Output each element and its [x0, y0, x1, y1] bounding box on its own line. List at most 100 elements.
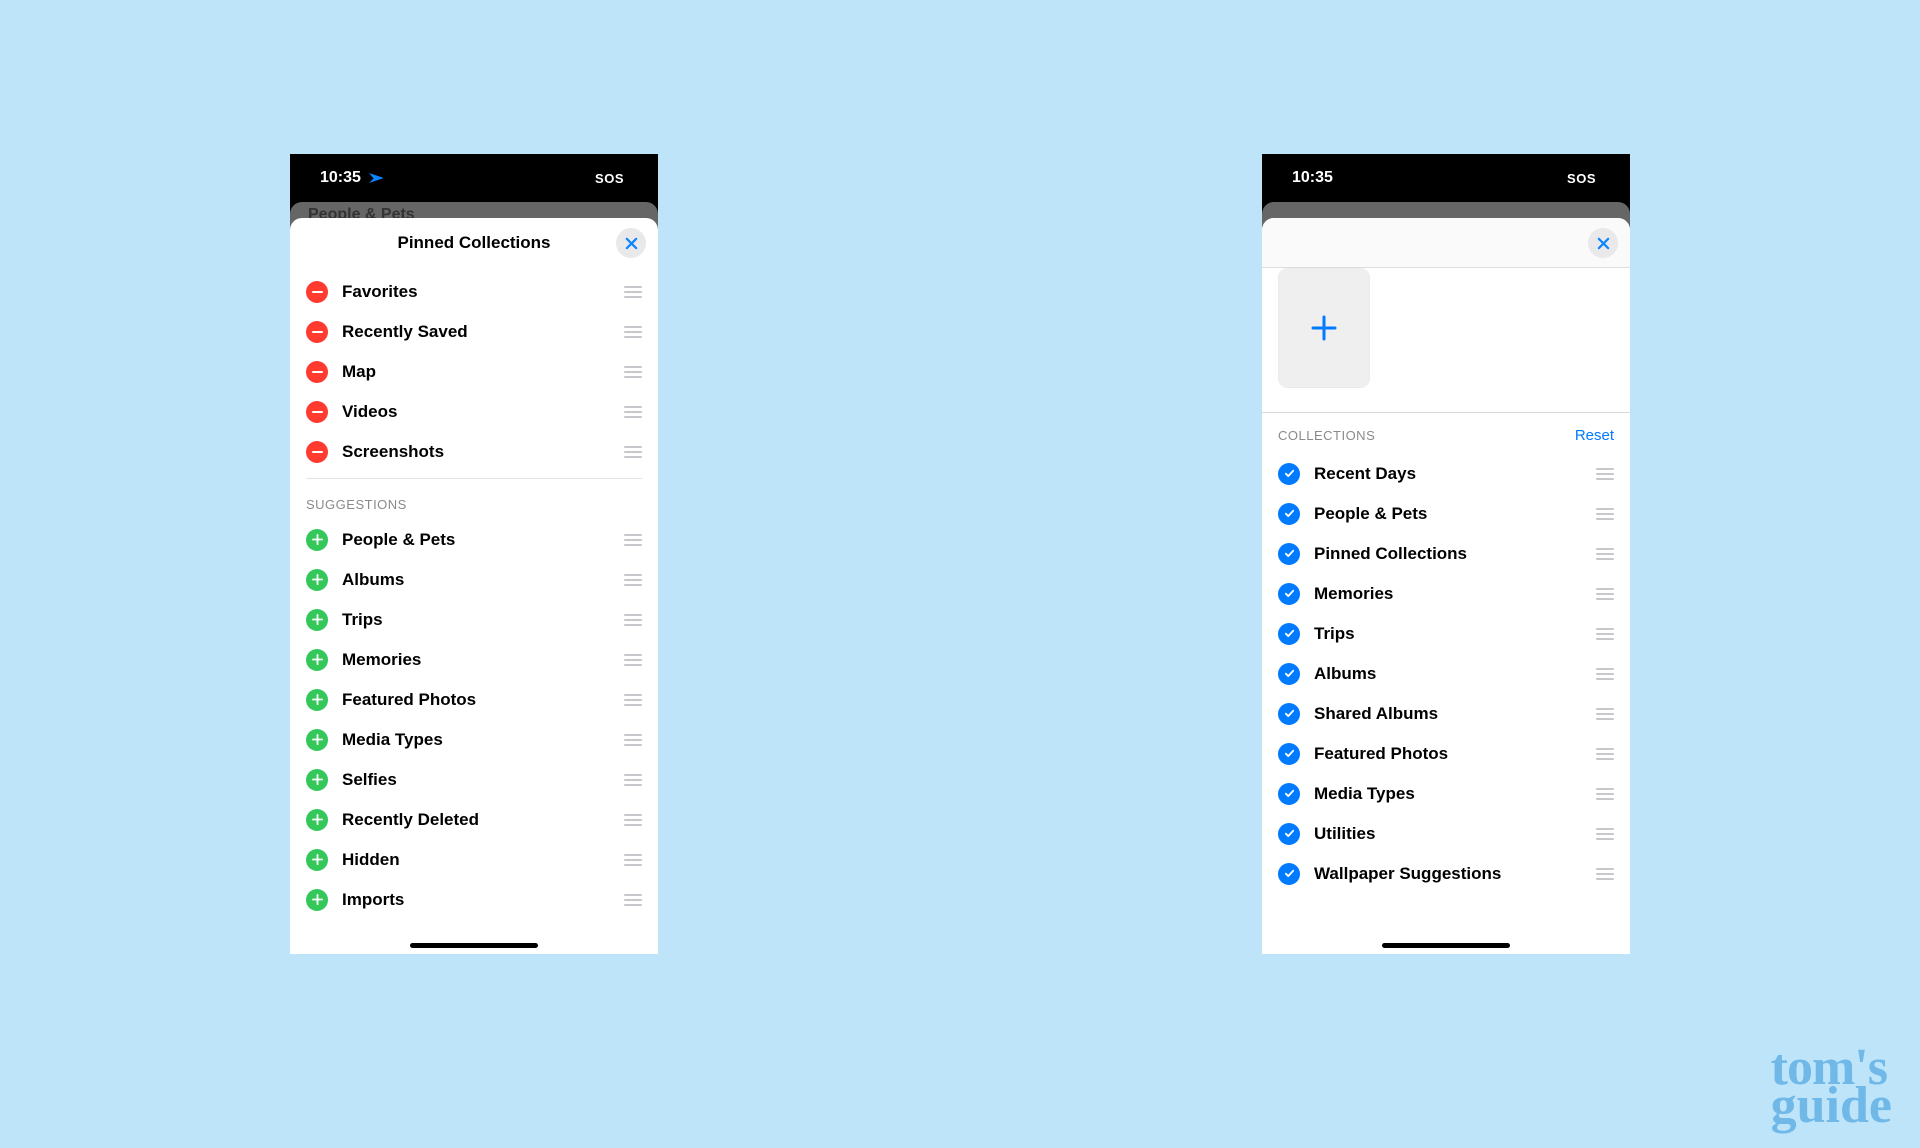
drag-handle-icon[interactable] — [622, 654, 642, 666]
drag-handle-icon[interactable] — [1594, 868, 1614, 880]
add-button[interactable] — [306, 769, 328, 791]
drag-handle-icon[interactable] — [622, 326, 642, 338]
collection-row[interactable]: Shared Albums — [1262, 694, 1630, 734]
add-button[interactable] — [306, 689, 328, 711]
add-button[interactable] — [306, 529, 328, 551]
pinned-row[interactable]: Screenshots — [290, 432, 658, 472]
row-label: Memories — [342, 650, 608, 670]
pinned-row[interactable]: Videos — [290, 392, 658, 432]
home-indicator[interactable] — [1382, 943, 1510, 948]
sheet-title: Pinned Collections — [397, 233, 550, 253]
suggestion-row[interactable]: People & Pets — [290, 520, 658, 560]
enabled-toggle[interactable] — [1278, 703, 1300, 725]
drag-handle-icon[interactable] — [1594, 828, 1614, 840]
enabled-toggle[interactable] — [1278, 743, 1300, 765]
home-indicator[interactable] — [410, 943, 538, 948]
drag-handle-icon[interactable] — [1594, 788, 1614, 800]
pinned-row[interactable]: Map — [290, 352, 658, 392]
row-label: Memories — [1314, 584, 1580, 604]
add-button[interactable] — [306, 889, 328, 911]
close-button[interactable] — [616, 228, 646, 258]
enabled-toggle[interactable] — [1278, 623, 1300, 645]
plus-icon — [312, 854, 323, 865]
plus-icon — [312, 694, 323, 705]
enabled-toggle[interactable] — [1278, 783, 1300, 805]
suggestion-row[interactable]: Hidden — [290, 840, 658, 880]
suggestion-row[interactable]: Selfies — [290, 760, 658, 800]
phone-left: 10:35 SOS People & Pets Pinned Collectio… — [290, 154, 658, 954]
collection-row[interactable]: Pinned Collections — [1262, 534, 1630, 574]
add-button[interactable] — [306, 729, 328, 751]
collection-row[interactable]: Recent Days — [1262, 454, 1630, 494]
checkmark-icon — [1284, 668, 1295, 679]
minus-icon — [312, 291, 323, 294]
pinned-row[interactable]: Favorites — [290, 272, 658, 312]
drag-handle-icon[interactable] — [622, 446, 642, 458]
collection-row[interactable]: Albums — [1262, 654, 1630, 694]
pinned-row[interactable]: Recently Saved — [290, 312, 658, 352]
drag-handle-icon[interactable] — [622, 366, 642, 378]
row-label: Recently Saved — [342, 322, 608, 342]
remove-button[interactable] — [306, 321, 328, 343]
add-button[interactable] — [306, 609, 328, 631]
collection-row[interactable]: Featured Photos — [1262, 734, 1630, 774]
checkmark-icon — [1284, 708, 1295, 719]
drag-handle-icon[interactable] — [1594, 668, 1614, 680]
collection-row[interactable]: Memories — [1262, 574, 1630, 614]
drag-handle-icon[interactable] — [622, 814, 642, 826]
remove-button[interactable] — [306, 361, 328, 383]
drag-handle-icon[interactable] — [622, 534, 642, 546]
collection-row[interactable]: People & Pets — [1262, 494, 1630, 534]
enabled-toggle[interactable] — [1278, 663, 1300, 685]
enabled-toggle[interactable] — [1278, 463, 1300, 485]
suggestion-row[interactable]: Memories — [290, 640, 658, 680]
collection-row[interactable]: Trips — [1262, 614, 1630, 654]
drag-handle-icon[interactable] — [622, 614, 642, 626]
location-icon — [364, 168, 384, 188]
collections-section-header: COLLECTIONS Reset — [1262, 413, 1630, 450]
add-button[interactable] — [306, 569, 328, 591]
suggestion-row[interactable]: Featured Photos — [290, 680, 658, 720]
drag-handle-icon[interactable] — [1594, 628, 1614, 640]
status-bar: 10:35 SOS — [1262, 154, 1630, 202]
remove-button[interactable] — [306, 401, 328, 423]
add-button[interactable] — [306, 649, 328, 671]
drag-handle-icon[interactable] — [622, 774, 642, 786]
enabled-toggle[interactable] — [1278, 543, 1300, 565]
add-button[interactable] — [306, 809, 328, 831]
suggestion-row[interactable]: Recently Deleted — [290, 800, 658, 840]
drag-handle-icon[interactable] — [1594, 548, 1614, 560]
collection-row[interactable]: Media Types — [1262, 774, 1630, 814]
drag-handle-icon[interactable] — [622, 854, 642, 866]
remove-button[interactable] — [306, 441, 328, 463]
drag-handle-icon[interactable] — [1594, 588, 1614, 600]
drag-handle-icon[interactable] — [1594, 468, 1614, 480]
drag-handle-icon[interactable] — [622, 734, 642, 746]
minus-icon — [312, 331, 323, 334]
add-collection-tile[interactable] — [1278, 268, 1370, 388]
add-button[interactable] — [306, 849, 328, 871]
suggestion-row[interactable]: Imports — [290, 880, 658, 920]
suggestion-row[interactable]: Media Types — [290, 720, 658, 760]
collection-row[interactable]: Utilities — [1262, 814, 1630, 854]
drag-handle-icon[interactable] — [622, 286, 642, 298]
enabled-toggle[interactable] — [1278, 823, 1300, 845]
enabled-toggle[interactable] — [1278, 503, 1300, 525]
suggestion-row[interactable]: Trips — [290, 600, 658, 640]
drag-handle-icon[interactable] — [1594, 748, 1614, 760]
collection-row[interactable]: Wallpaper Suggestions — [1262, 854, 1630, 894]
row-label: Favorites — [342, 282, 608, 302]
drag-handle-icon[interactable] — [622, 694, 642, 706]
enabled-toggle[interactable] — [1278, 863, 1300, 885]
suggestion-row[interactable]: Albums — [290, 560, 658, 600]
reset-button[interactable]: Reset — [1575, 427, 1614, 444]
remove-button[interactable] — [306, 281, 328, 303]
drag-handle-icon[interactable] — [1594, 708, 1614, 720]
drag-handle-icon[interactable] — [622, 406, 642, 418]
drag-handle-icon[interactable] — [622, 574, 642, 586]
close-button[interactable] — [1588, 228, 1618, 258]
enabled-toggle[interactable] — [1278, 583, 1300, 605]
drag-handle-icon[interactable] — [622, 894, 642, 906]
plus-icon — [312, 894, 323, 905]
drag-handle-icon[interactable] — [1594, 508, 1614, 520]
